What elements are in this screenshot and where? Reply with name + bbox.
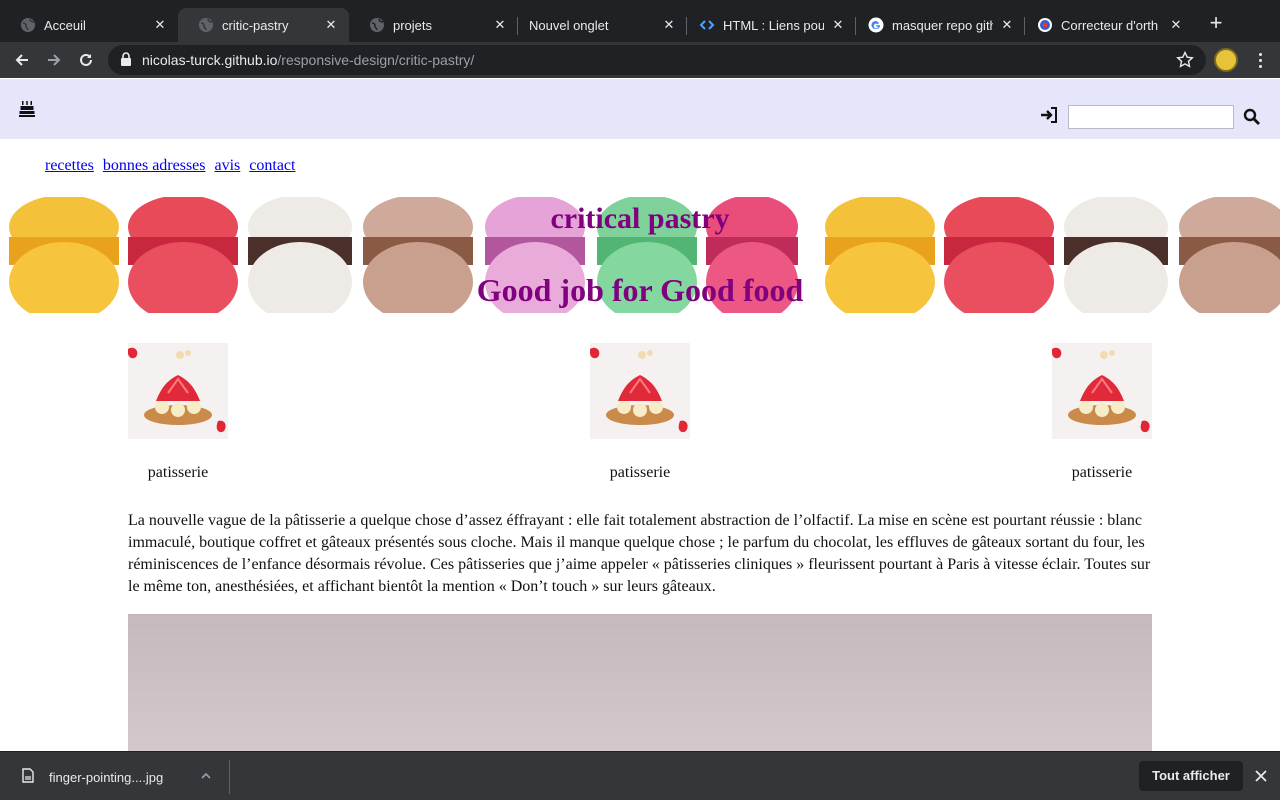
pastry-card[interactable]: patisserie	[1052, 343, 1152, 482]
tab-title: HTML : Liens pour	[723, 17, 824, 33]
web-page: recettes bonnes adresses avis contact cr…	[0, 79, 1280, 751]
show-all-downloads-button[interactable]: Tout afficher	[1139, 761, 1243, 791]
new-tab-button[interactable]: +	[1204, 12, 1228, 36]
sign-in-icon[interactable]	[1040, 107, 1058, 123]
article-text: La nouvelle vague de la pâtisserie a que…	[128, 512, 1151, 595]
tab-close-icon[interactable]: ✕	[1168, 17, 1184, 33]
profile-avatar[interactable]	[1214, 48, 1238, 72]
nav-link-avis[interactable]: avis	[215, 157, 241, 174]
url-text: nicolas-turck.github.io/responsive-desig…	[142, 52, 474, 68]
tab-title: Nouvel onglet	[529, 17, 609, 33]
tab-close-icon[interactable]: ✕	[323, 17, 339, 33]
globe-icon	[369, 17, 385, 33]
pastry-card[interactable]: patisserie	[590, 343, 690, 482]
globe-icon	[20, 17, 36, 33]
arrow-right-icon	[48, 54, 61, 66]
site-header	[0, 79, 1280, 139]
tab-acceuil[interactable]: Acceuil ✕	[0, 8, 178, 42]
tab-title: Acceuil	[44, 17, 86, 33]
arrow-left-icon	[15, 54, 28, 66]
download-bar: finger-pointing....jpg Tout afficher	[0, 751, 1280, 800]
tab-correcteur[interactable]: Correcteur d'orth ✕	[1025, 8, 1194, 42]
browser-toolbar: nicolas-turck.github.io/responsive-desig…	[0, 42, 1280, 78]
lock-icon	[121, 52, 131, 66]
site-title: critical pastry	[550, 202, 730, 235]
code-icon	[699, 17, 715, 33]
url-path: /responsive-design/critic-pastry/	[277, 52, 475, 68]
card-label: patisserie	[1071, 464, 1133, 481]
tab-title: Correcteur d'orth	[1061, 17, 1159, 33]
reload-button[interactable]	[74, 48, 98, 72]
chevron-up-icon[interactable]	[200, 770, 212, 782]
main-nav: recettes bonnes adresses avis contact	[45, 157, 300, 175]
forward-button[interactable]	[42, 48, 66, 72]
tab-title: masquer repo gith	[892, 17, 993, 33]
nav-link-bonnes-adresses[interactable]: bonnes adresses	[103, 157, 206, 174]
tab-close-icon[interactable]: ✕	[999, 17, 1015, 33]
pastry-card[interactable]: patisserie	[128, 343, 228, 482]
pastry-cards: patisserie patisserie patisserie	[128, 343, 1152, 483]
browser-tab-strip: Acceuil ✕ critic-pastry ✕ projets ✕ Nouv…	[0, 0, 1280, 42]
search-input[interactable]	[1068, 105, 1234, 129]
close-icon[interactable]	[1254, 769, 1268, 783]
strawberry-tart-image	[590, 343, 690, 439]
tab-title: critic-pastry	[222, 17, 289, 33]
file-icon	[22, 768, 34, 783]
browser-menu-icon[interactable]	[1252, 48, 1268, 72]
download-file-name[interactable]: finger-pointing....jpg	[49, 770, 163, 785]
card-label: patisserie	[609, 464, 671, 481]
tab-html-liens[interactable]: HTML : Liens pour ✕	[687, 8, 856, 42]
nav-link-recettes[interactable]: recettes	[45, 157, 94, 174]
scribens-icon	[1037, 17, 1053, 33]
tab-title: projets	[393, 17, 433, 33]
tab-critic-pastry[interactable]: critic-pastry ✕	[178, 8, 349, 42]
url-domain: nicolas-turck.github.io	[142, 52, 278, 68]
google-icon	[868, 17, 884, 33]
cake-icon[interactable]	[19, 101, 35, 117]
card-label: patisserie	[147, 464, 209, 481]
tab-nouvel-onglet[interactable]: Nouvel onglet ✕	[518, 8, 687, 42]
macaron-banner: critical pastry Good job for Good food	[0, 197, 1280, 313]
tab-close-icon[interactable]: ✕	[830, 17, 846, 33]
bookmark-star-icon[interactable]	[1176, 51, 1194, 69]
tab-masquer-repo[interactable]: masquer repo gith ✕	[856, 8, 1025, 42]
globe-icon	[198, 17, 214, 33]
nav-link-contact[interactable]: contact	[249, 157, 295, 174]
back-button[interactable]	[10, 48, 34, 72]
tab-close-icon[interactable]: ✕	[661, 17, 677, 33]
tab-close-icon[interactable]: ✕	[492, 17, 508, 33]
search-icon[interactable]	[1243, 108, 1260, 125]
strawberry-tart-image	[1052, 343, 1152, 439]
reload-icon	[80, 53, 92, 66]
address-bar[interactable]: nicolas-turck.github.io/responsive-desig…	[108, 45, 1206, 75]
strawberry-tart-image	[128, 343, 228, 439]
site-slogan: Good job for Good food	[476, 272, 804, 308]
tab-projets[interactable]: projets ✕	[349, 8, 518, 42]
hero-image	[128, 614, 1152, 751]
tab-close-icon[interactable]: ✕	[152, 17, 168, 33]
